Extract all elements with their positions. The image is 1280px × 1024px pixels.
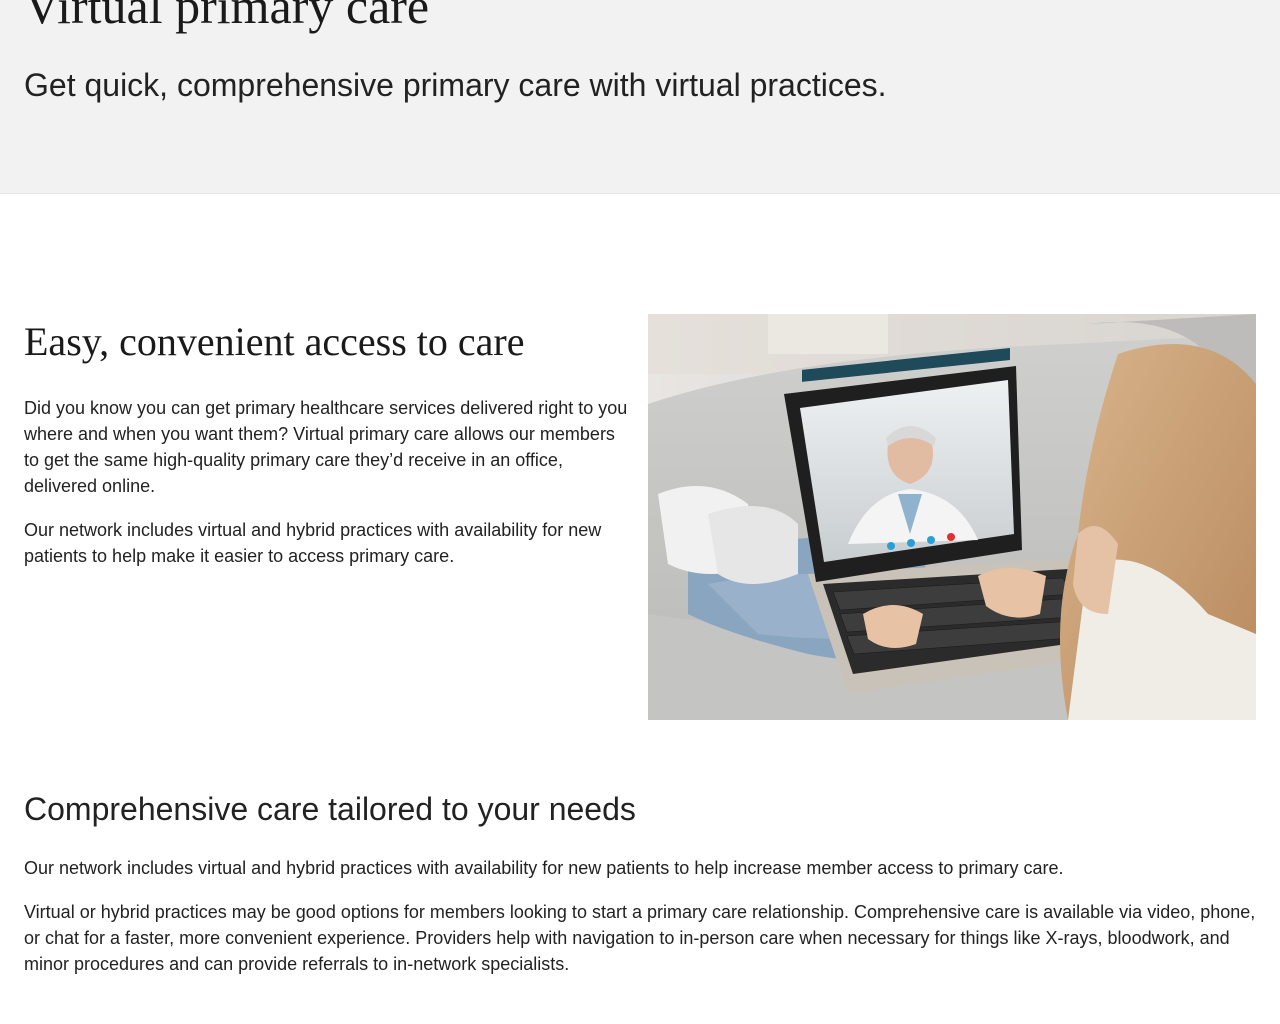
care-section: Comprehensive care tailored to your need…	[24, 787, 1260, 977]
access-paragraph-2: Our network includes virtual and hybrid …	[24, 520, 602, 566]
access-paragraph-1: Did you know you can get primary healthc…	[24, 398, 628, 496]
care-paragraph-1: Our network includes virtual and hybrid …	[24, 858, 1064, 878]
care-heading: Comprehensive care tailored to your need…	[24, 791, 636, 827]
hero-banner: Virtual primary care Get quick, comprehe…	[0, 0, 1280, 194]
page-subtitle: Get quick, comprehensive primary care wi…	[24, 67, 887, 103]
video-call-photo	[648, 314, 1256, 720]
access-section: Easy, convenient access to care Did you …	[24, 314, 1256, 720]
access-heading: Easy, convenient access to care	[24, 319, 525, 364]
access-text-column: Easy, convenient access to care Did you …	[24, 314, 634, 569]
page-title: Virtual primary care	[24, 0, 430, 34]
photo-illustration	[648, 314, 1256, 720]
care-paragraph-2: Virtual or hybrid practices may be good …	[24, 902, 1256, 974]
